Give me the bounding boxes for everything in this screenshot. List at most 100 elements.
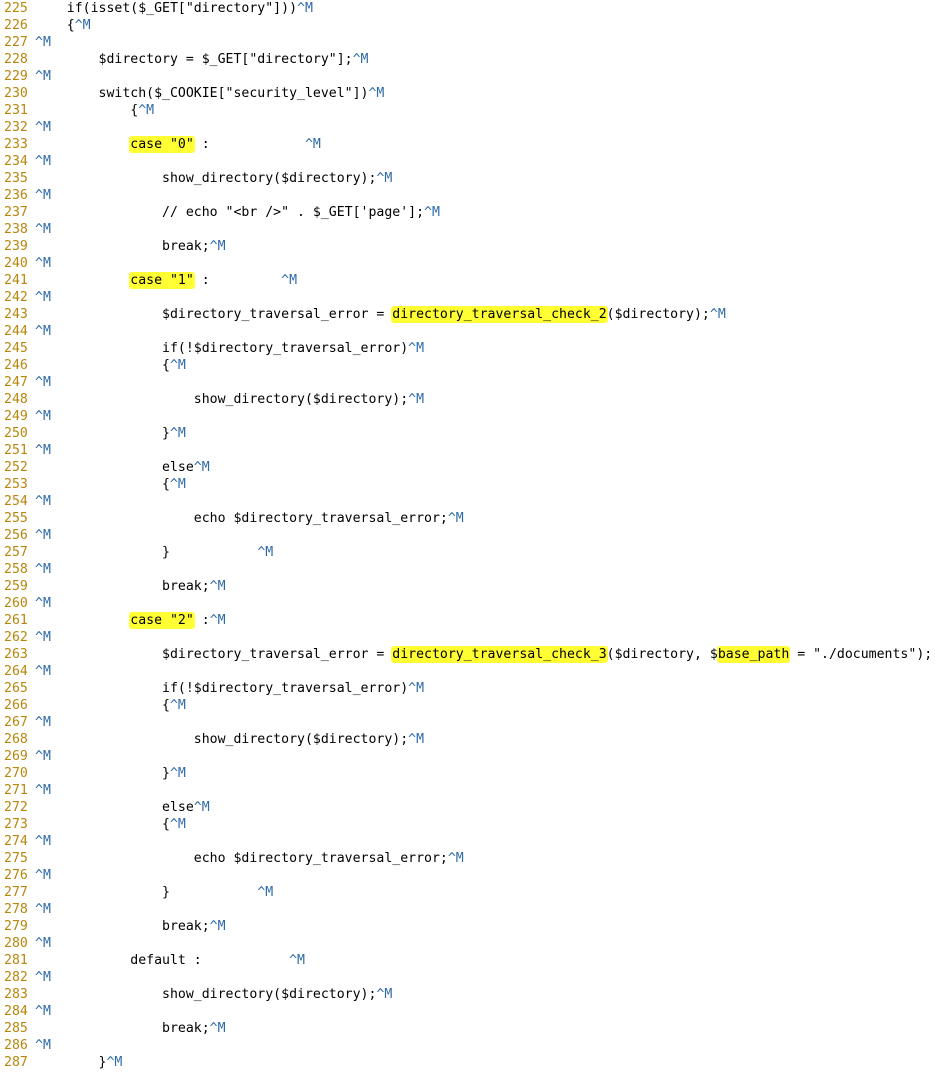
code-line[interactable]: 233 case "0" : ^M — [0, 136, 940, 153]
code-text: } — [35, 545, 258, 560]
code-line[interactable]: 254 ^M — [0, 493, 940, 510]
code-text: else — [35, 460, 194, 475]
code-line[interactable]: 270 }^M — [0, 765, 940, 782]
code-text: show_directory($directory); — [35, 987, 377, 1002]
carriage-return-marker: ^M — [257, 545, 274, 560]
code-line[interactable]: 285 break;^M — [0, 1020, 940, 1037]
code-line[interactable]: 227 ^M — [0, 34, 940, 51]
code-line[interactable]: 283 show_directory($directory);^M — [0, 986, 940, 1003]
code-line[interactable]: 228 $directory = $_GET["directory"];^M — [0, 51, 940, 68]
code-line[interactable]: 235 show_directory($directory);^M — [0, 170, 940, 187]
code-line[interactable]: 277 } ^M — [0, 884, 940, 901]
code-line[interactable]: 236 ^M — [0, 187, 940, 204]
line-number: 236 — [4, 188, 28, 203]
code-line[interactable]: 245 if(!$directory_traversal_error)^M — [0, 340, 940, 357]
code-line[interactable]: 284 ^M — [0, 1003, 940, 1020]
code-line[interactable]: 238 ^M — [0, 221, 940, 238]
code-line[interactable]: 257 } ^M — [0, 544, 940, 561]
line-code: else^M — [35, 459, 210, 476]
code-line[interactable]: 274 ^M — [0, 833, 940, 850]
code-line[interactable]: 243 $directory_traversal_error = directo… — [0, 306, 940, 323]
code-line[interactable]: 280 ^M — [0, 935, 940, 952]
line-code: if(isset($_GET["directory"]))^M — [35, 0, 313, 17]
code-line[interactable]: 258 ^M — [0, 561, 940, 578]
code-line[interactable]: 266 {^M — [0, 697, 940, 714]
carriage-return-marker: ^M — [138, 103, 155, 118]
line-code: break;^M — [35, 1020, 226, 1037]
line-number: 246 — [4, 358, 28, 373]
code-line[interactable]: 251 ^M — [0, 442, 940, 459]
code-line[interactable]: 263 $directory_traversal_error = directo… — [0, 646, 940, 663]
code-line[interactable]: 265 if(!$directory_traversal_error)^M — [0, 680, 940, 697]
code-line[interactable]: 273 {^M — [0, 816, 940, 833]
code-text: : — [193, 137, 305, 152]
code-line[interactable]: 261 case "2" :^M — [0, 612, 940, 629]
line-code: ^M — [35, 289, 51, 306]
code-line[interactable]: 231 {^M — [0, 102, 940, 119]
code-line[interactable]: 253 {^M — [0, 476, 940, 493]
code-line[interactable]: 237 // echo "<br />" . $_GET['page'];^M — [0, 204, 940, 221]
carriage-return-marker: ^M — [376, 987, 393, 1002]
code-text: break; — [35, 919, 210, 934]
carriage-return-marker: ^M — [35, 120, 51, 135]
carriage-return-marker: ^M — [209, 613, 226, 628]
code-line[interactable]: 264 ^M — [0, 663, 940, 680]
highlighted-text: case "1" — [130, 273, 194, 288]
line-code: }^M — [35, 1054, 123, 1071]
line-number: 265 — [4, 681, 28, 696]
line-number: 274 — [4, 834, 28, 849]
line-number: 284 — [4, 1004, 28, 1019]
code-line[interactable]: 271 ^M — [0, 782, 940, 799]
code-line[interactable]: 230 switch($_COOKIE["security_level"])^M — [0, 85, 940, 102]
code-line[interactable]: 232 ^M — [0, 119, 940, 136]
line-number: 226 — [4, 18, 28, 33]
code-line[interactable]: 244 ^M — [0, 323, 940, 340]
carriage-return-marker: ^M — [106, 1055, 123, 1070]
line-code: ^M — [35, 221, 51, 238]
code-line[interactable]: 229 ^M — [0, 68, 940, 85]
code-line[interactable]: 267 ^M — [0, 714, 940, 731]
code-line[interactable]: 272 else^M — [0, 799, 940, 816]
code-line[interactable]: 282 ^M — [0, 969, 940, 986]
code-line[interactable]: 287 }^M — [0, 1054, 940, 1071]
code-line[interactable]: 279 break;^M — [0, 918, 940, 935]
carriage-return-marker: ^M — [35, 290, 51, 305]
code-line[interactable]: 262 ^M — [0, 629, 940, 646]
code-line[interactable]: 226 {^M — [0, 17, 940, 34]
code-line[interactable]: 249 ^M — [0, 408, 940, 425]
code-line[interactable]: 276 ^M — [0, 867, 940, 884]
code-line[interactable]: 260 ^M — [0, 595, 940, 612]
line-number: 230 — [4, 86, 28, 101]
code-line[interactable]: 246 {^M — [0, 357, 940, 374]
code-line[interactable]: 269 ^M — [0, 748, 940, 765]
code-line[interactable]: 234 ^M — [0, 153, 940, 170]
code-line[interactable]: 278 ^M — [0, 901, 940, 918]
code-line[interactable]: 248 show_directory($directory);^M — [0, 391, 940, 408]
code-editor[interactable]: 225 if(isset($_GET["directory"]))^M 226 {… — [0, 0, 940, 1072]
code-text: { — [35, 103, 139, 118]
code-line[interactable]: 247 ^M — [0, 374, 940, 391]
code-line[interactable]: 250 }^M — [0, 425, 940, 442]
code-line[interactable]: 242 ^M — [0, 289, 940, 306]
code-line[interactable]: 240 ^M — [0, 255, 940, 272]
code-text: default : — [35, 953, 290, 968]
line-number: 287 — [4, 1055, 28, 1070]
code-line[interactable]: 268 show_directory($directory);^M — [0, 731, 940, 748]
carriage-return-marker: ^M — [35, 528, 51, 543]
code-text: echo $directory_traversal_error; — [35, 511, 448, 526]
code-line[interactable]: 281 default : ^M — [0, 952, 940, 969]
code-line[interactable]: 239 break;^M — [0, 238, 940, 255]
carriage-return-marker: ^M — [408, 392, 425, 407]
code-line[interactable]: 241 case "1" : ^M — [0, 272, 940, 289]
code-line[interactable]: 256 ^M — [0, 527, 940, 544]
code-line[interactable]: 259 break;^M — [0, 578, 940, 595]
code-line[interactable]: 286 ^M — [0, 1037, 940, 1054]
code-line[interactable]: 255 echo $directory_traversal_error;^M — [0, 510, 940, 527]
line-number: 268 — [4, 732, 28, 747]
code-line[interactable]: 252 else^M — [0, 459, 940, 476]
code-line[interactable]: 225 if(isset($_GET["directory"]))^M — [0, 0, 940, 17]
code-line[interactable]: 275 echo $directory_traversal_error;^M — [0, 850, 940, 867]
line-number: 270 — [4, 766, 28, 781]
line-number: 255 — [4, 511, 28, 526]
